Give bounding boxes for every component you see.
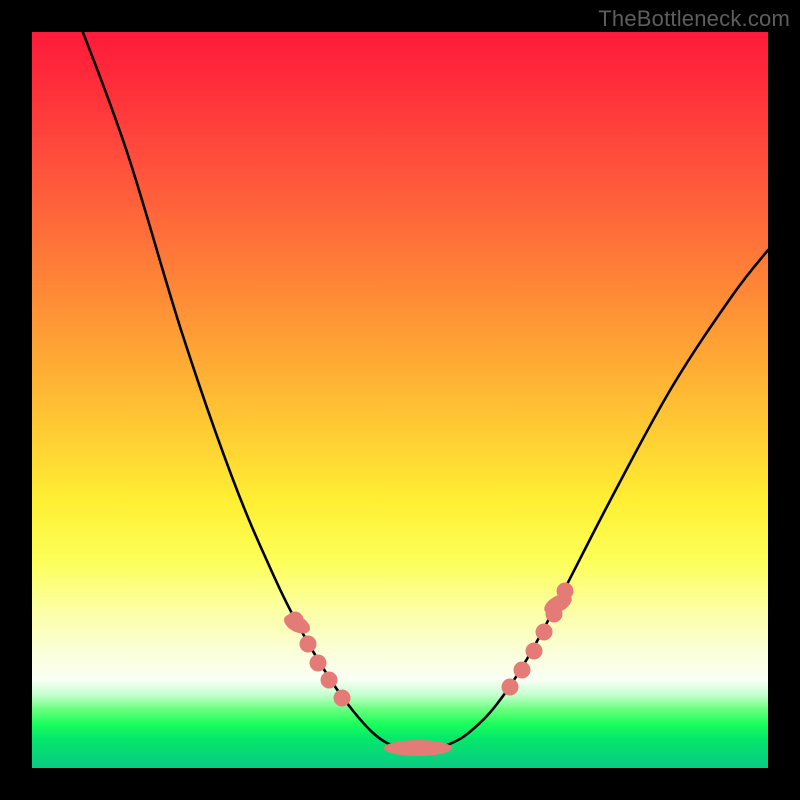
curve-marker bbox=[526, 643, 543, 660]
curve-marker bbox=[321, 672, 338, 689]
curve-marker bbox=[536, 624, 553, 641]
bottom-capsule-marker bbox=[384, 740, 452, 756]
plot-area bbox=[32, 32, 768, 768]
chart-container: TheBottleneck.com bbox=[0, 0, 800, 800]
curve-marker bbox=[514, 662, 531, 679]
bottleneck-curve-svg bbox=[32, 32, 768, 768]
curve-marker bbox=[334, 690, 351, 707]
curve-marker bbox=[502, 679, 519, 696]
curve-marker bbox=[310, 655, 327, 672]
watermark-text: TheBottleneck.com bbox=[598, 6, 790, 32]
curve-marker bbox=[300, 636, 317, 653]
bottleneck-curve bbox=[79, 32, 768, 749]
